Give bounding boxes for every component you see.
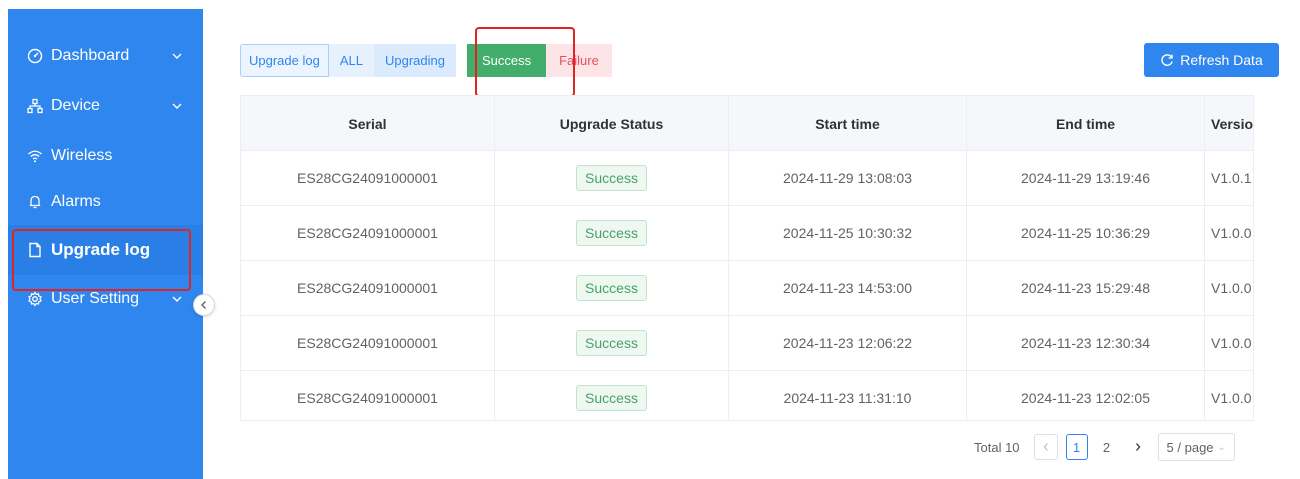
cell-status: Success (495, 371, 729, 420)
next-page-button[interactable] (1125, 434, 1150, 460)
filter-success[interactable]: Success (466, 44, 547, 77)
table-row[interactable]: ES28CG24091000001 Success 2024-11-23 11:… (241, 371, 1253, 420)
table-row[interactable]: ES28CG24091000001 Success 2024-11-29 13:… (241, 151, 1253, 206)
table-row[interactable]: ES28CG24091000001 Success 2024-11-23 12:… (241, 316, 1253, 371)
cell-status: Success (495, 206, 729, 260)
pagination-total: Total 10 (974, 439, 1020, 455)
sidebar-item-label: Wireless (51, 147, 113, 164)
filter-all[interactable]: ALL (328, 44, 374, 77)
cell-start-time: 2024-11-29 13:08:03 (729, 151, 967, 205)
column-header-version-old[interactable]: Version Olc (1205, 96, 1253, 151)
sidebar-item-device[interactable]: Device (8, 81, 203, 131)
chevron-down-icon (172, 296, 182, 302)
cell-end-time: 2024-11-25 10:36:29 (967, 206, 1205, 260)
cell-end-time: 2024-11-23 12:30:34 (967, 316, 1205, 370)
cell-version-old: V1.0.0 (1205, 371, 1253, 420)
cell-start-time: 2024-11-23 11:31:10 (729, 371, 967, 420)
chevron-right-icon (1135, 443, 1140, 451)
gear-icon (27, 291, 43, 307)
status-filter-group: Upgrade log ALL Upgrading Success Failur… (240, 44, 612, 77)
cell-start-time: 2024-11-23 12:06:22 (729, 316, 967, 370)
upgrade-log-table: Serial Upgrade Status Start time End tim… (240, 95, 1254, 421)
filter-failure[interactable]: Failure (546, 44, 612, 77)
sidebar-item-wireless[interactable]: Wireless (8, 131, 203, 181)
cell-serial: ES28CG24091000001 (241, 261, 495, 315)
cell-serial: ES28CG24091000001 (241, 371, 495, 420)
document-icon (27, 242, 43, 258)
cell-version-old: V1.0.0 (1205, 206, 1253, 260)
sidebar-item-upgrade-log[interactable]: Upgrade log (8, 225, 203, 275)
page-number-1[interactable]: 1 (1065, 434, 1088, 460)
pagination: Total 10 1 2 5 / page ⌄ (974, 433, 1235, 461)
chevron-down-icon (172, 53, 182, 59)
cell-version-old: V1.0.0 (1205, 316, 1253, 370)
status-badge: Success (576, 275, 647, 301)
cell-status: Success (495, 261, 729, 315)
status-badge: Success (576, 385, 647, 411)
chevron-left-icon (201, 301, 206, 309)
status-badge: Success (576, 165, 647, 191)
sidebar: Dashboard Device Wireless Alarms Upgrade… (8, 9, 203, 479)
page-size-select[interactable]: 5 / page ⌄ (1157, 433, 1235, 461)
sidebar-item-label: User Setting (51, 290, 140, 307)
wifi-icon (27, 148, 43, 164)
refresh-data-button[interactable]: Refresh Data (1144, 43, 1279, 77)
cell-start-time: 2024-11-25 10:30:32 (729, 206, 967, 260)
refresh-data-label: Refresh Data (1180, 52, 1263, 68)
sidebar-item-label: Upgrade log (51, 240, 151, 259)
cell-end-time: 2024-11-29 13:19:46 (967, 151, 1205, 205)
column-header-end-time[interactable]: End time (967, 96, 1205, 151)
cell-version-old: V1.0.0 (1205, 261, 1253, 315)
filter-upgrade-log[interactable]: Upgrade log (240, 44, 329, 77)
cell-serial: ES28CG24091000001 (241, 206, 495, 260)
sidebar-item-label: Dashboard (51, 47, 130, 64)
sidebar-item-dashboard[interactable]: Dashboard (8, 31, 203, 81)
cell-version-old: V1.0.1 (1205, 151, 1253, 205)
cell-status: Success (495, 151, 729, 205)
page-number-2[interactable]: 2 (1096, 434, 1118, 460)
dashboard-icon (27, 48, 43, 64)
sidebar-collapse-button[interactable] (193, 294, 215, 316)
column-header-upgrade-status[interactable]: Upgrade Status (495, 96, 729, 151)
cell-status: Success (495, 316, 729, 370)
cell-end-time: 2024-11-23 12:02:05 (967, 371, 1205, 420)
refresh-icon (1161, 54, 1174, 66)
status-badge: Success (576, 220, 647, 246)
prev-page-button[interactable] (1033, 434, 1058, 460)
chevron-left-icon (1043, 443, 1048, 451)
device-tree-icon (27, 98, 43, 114)
table-row[interactable]: ES28CG24091000001 Success 2024-11-23 14:… (241, 261, 1253, 316)
table-row[interactable]: ES28CG24091000001 Success 2024-11-25 10:… (241, 206, 1253, 261)
cell-serial: ES28CG24091000001 (241, 316, 495, 370)
status-badge: Success (576, 330, 647, 356)
chevron-down-icon (172, 103, 182, 109)
bell-icon (27, 194, 43, 210)
sidebar-item-label: Device (51, 97, 100, 114)
column-header-start-time[interactable]: Start time (729, 96, 967, 151)
sidebar-item-alarms[interactable]: Alarms (8, 177, 203, 227)
sidebar-item-label: Alarms (51, 193, 101, 210)
filter-upgrading[interactable]: Upgrading (373, 44, 456, 77)
cell-start-time: 2024-11-23 14:53:00 (729, 261, 967, 315)
column-header-serial[interactable]: Serial (241, 96, 495, 151)
chevron-down-icon: ⌄ (1217, 441, 1226, 453)
sidebar-item-user-setting[interactable]: User Setting (8, 274, 203, 324)
table-header: Serial Upgrade Status Start time End tim… (241, 96, 1253, 151)
cell-serial: ES28CG24091000001 (241, 151, 495, 205)
page-size-value: 5 / page (1166, 439, 1214, 455)
cell-end-time: 2024-11-23 15:29:48 (967, 261, 1205, 315)
